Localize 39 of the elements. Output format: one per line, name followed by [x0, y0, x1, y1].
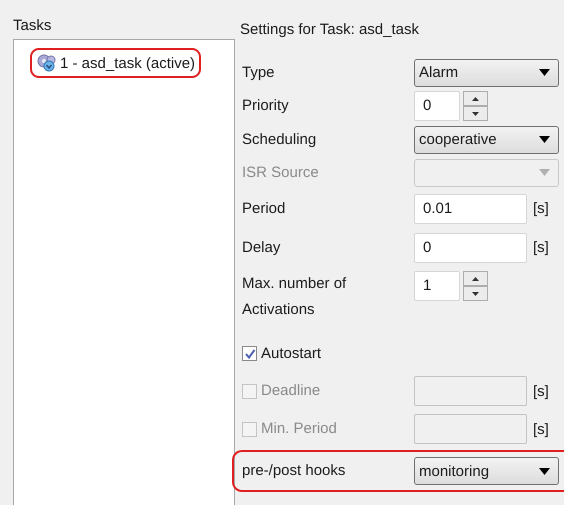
dropdown-arrow-icon [539, 69, 550, 76]
settings-title: Settings for Task: asd_task [240, 21, 420, 40]
gears-icon [36, 53, 58, 73]
decrement-button[interactable] [463, 106, 488, 121]
down-arrow-icon [472, 292, 479, 296]
dropdown[interactable]: monitoring [414, 457, 559, 485]
unit-label: [s] [533, 200, 549, 217]
dropdown[interactable]: Alarm [414, 58, 559, 86]
dropdown-arrow-icon [539, 468, 550, 474]
field-label: Delay [242, 238, 282, 258]
input-field[interactable]: 0 [414, 232, 527, 262]
up-arrow-icon [472, 96, 479, 100]
dropdown-arrow-icon [539, 169, 550, 176]
field-label: Scheduling [242, 130, 318, 150]
down-arrow-icon [472, 112, 479, 116]
field-label: Max. number of Activations [242, 274, 348, 320]
unit-label: [s] [533, 382, 549, 400]
number-field[interactable]: 1 [414, 271, 460, 301]
field-label: Priority [242, 96, 290, 116]
checkbox-label: Autostart [261, 344, 322, 364]
dropdown-arrow-icon [539, 136, 550, 143]
input-field[interactable]: 0.01 [414, 194, 527, 224]
panel-title: Tasks [13, 17, 52, 36]
field-label: Period [242, 198, 286, 218]
decrement-button[interactable] [463, 286, 488, 301]
checkbox[interactable] [242, 346, 257, 361]
increment-button[interactable] [463, 91, 488, 106]
field-label: ISR Source [242, 162, 320, 182]
dropdown[interactable]: cooperative [414, 126, 559, 154]
increment-button[interactable] [463, 271, 488, 286]
up-arrow-icon [472, 276, 479, 280]
checkbox-label: Min. Period [261, 419, 337, 439]
field-label: pre-/post hooks [242, 461, 346, 481]
checkbox-label: Deadline [261, 381, 320, 401]
unit-label: [s] [533, 420, 549, 438]
number-field[interactable]: 0 [414, 91, 460, 121]
field-label: Type [242, 62, 276, 82]
unit-label: [s] [533, 239, 549, 256]
task-item[interactable]: 1 - asd_task (active) [30, 48, 202, 78]
